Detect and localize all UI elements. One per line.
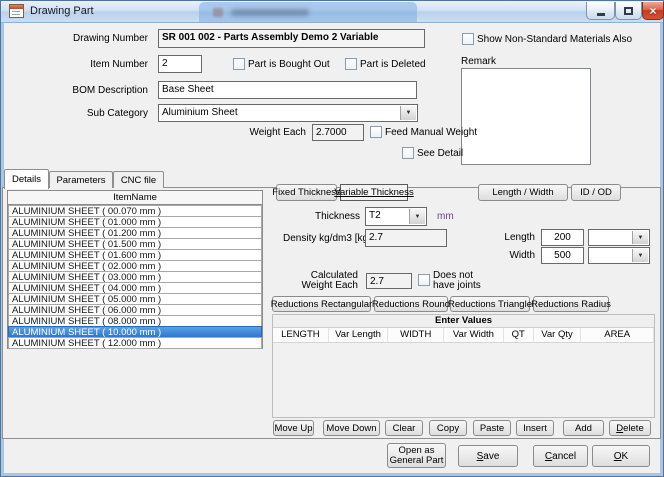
thickness-unit-label: mm xyxy=(437,211,454,222)
no-joints-line2: have joints xyxy=(433,280,481,291)
bom-description-label: BOM Description xyxy=(48,85,148,96)
no-joints-label: Does not have joints xyxy=(433,271,481,291)
grid-column-length: LENGTH xyxy=(273,328,329,342)
part-bought-out-label: Part is Bought Out xyxy=(248,59,330,70)
add-button[interactable]: Add xyxy=(563,420,604,436)
background-window-title-blur xyxy=(231,9,309,16)
calculated-weight-label: Calculated Weight Each xyxy=(295,271,358,291)
see-detail-checkbox[interactable] xyxy=(402,147,414,159)
weight-each-label: Weight Each xyxy=(240,127,306,138)
enter-values-grid: Enter Values LENGTHVar LengthWIDTHVar Wi… xyxy=(272,314,655,418)
grid-column-var-qty: Var Qty xyxy=(534,328,582,342)
chevron-down-icon[interactable]: ▼ xyxy=(409,209,425,224)
close-button[interactable]: × xyxy=(642,2,664,20)
calculated-weight-field[interactable]: 2.7 xyxy=(366,273,412,289)
grid-title: Enter Values xyxy=(273,315,654,328)
chevron-down-icon[interactable]: ▼ xyxy=(632,249,648,262)
bom-description-field[interactable]: Base Sheet xyxy=(158,81,417,99)
grid-column-width: WIDTH xyxy=(388,328,444,342)
tab-cnc-file[interactable]: CNC file xyxy=(113,171,164,188)
save-button[interactable]: Save xyxy=(458,445,518,467)
thickness-dropdown[interactable]: T2 ▼ xyxy=(365,207,427,226)
remark-label: Remark xyxy=(461,56,496,67)
density-label: Density kg/dm3 [kg/l] xyxy=(283,233,376,244)
sub-category-dropdown[interactable]: Aluminium Sheet ▼ xyxy=(158,104,418,122)
part-deleted-label: Part is Deleted xyxy=(360,59,426,70)
app-icon xyxy=(9,4,24,18)
open-as-general-part-button[interactable]: Open as General Part xyxy=(387,443,446,468)
remark-textarea[interactable] xyxy=(461,68,591,165)
title-bar: Drawing Part × xyxy=(1,1,663,23)
feed-manual-weight-label: Feed Manual Weight xyxy=(385,127,477,138)
sub-category-value: Aluminium Sheet xyxy=(162,107,238,118)
drawing-number-label: Drawing Number xyxy=(58,33,148,44)
grid-column-qt: QT xyxy=(504,328,534,342)
background-window-icon xyxy=(213,8,223,17)
minimize-icon xyxy=(597,13,605,16)
copy-button[interactable]: Copy xyxy=(429,420,467,436)
item-list: ItemName ALUMINIUM SHEET ( 00.070 mm )AL… xyxy=(7,190,263,349)
open-general-label: Open as General Part xyxy=(390,446,444,466)
fixed-thickness-button[interactable]: Fixed Thickness xyxy=(276,184,337,201)
length-field[interactable]: 200 xyxy=(541,229,584,246)
width-unit-dropdown[interactable]: ▼ xyxy=(588,247,650,264)
tab-parameters[interactable]: Parameters xyxy=(49,171,113,188)
move-down-button[interactable]: Move Down xyxy=(323,420,380,436)
show-non-standard-label: Show Non-Standard Materials Also xyxy=(477,34,632,45)
tab-details[interactable]: Details xyxy=(4,169,49,189)
insert-button[interactable]: Insert xyxy=(516,420,554,436)
calculated-weight-line2: Weight Each xyxy=(301,280,358,291)
drawing-part-window: Drawing Part × Drawing Number SR 001 002… xyxy=(0,0,664,477)
part-deleted-checkbox[interactable] xyxy=(345,58,357,70)
length-unit-dropdown[interactable]: ▼ xyxy=(588,229,650,246)
thickness-value: T2 xyxy=(369,210,381,221)
width-label: Width xyxy=(495,250,535,261)
reductions-triangle-button[interactable]: Reductions Triangle xyxy=(450,296,530,312)
grid-column-var-width: Var Width xyxy=(444,328,504,342)
close-icon: × xyxy=(649,4,656,18)
weight-each-field[interactable]: 2.7000 xyxy=(312,124,364,141)
no-joints-checkbox[interactable] xyxy=(418,274,430,286)
density-field[interactable]: 2.7 xyxy=(365,229,447,247)
reductions-round-button[interactable]: Reductions Round xyxy=(374,296,448,312)
item-list-header: ItemName xyxy=(8,191,262,205)
item-list-rows: ALUMINIUM SHEET ( 00.070 mm )ALUMINIUM S… xyxy=(8,205,262,349)
ok-button[interactable]: OK xyxy=(592,445,650,467)
feed-manual-weight-checkbox[interactable] xyxy=(370,126,382,138)
length-label: Length xyxy=(495,232,535,243)
background-window-tab xyxy=(199,2,417,22)
reductions-rectangular-button[interactable]: Reductions Rectangular xyxy=(272,296,371,312)
reductions-radius-button[interactable]: Reductions Radius xyxy=(533,296,609,312)
chevron-down-icon[interactable]: ▼ xyxy=(632,231,648,244)
grid-column-headers: LENGTHVar LengthWIDTHVar WidthQTVar QtyA… xyxy=(273,328,654,343)
clear-button[interactable]: Clear xyxy=(385,420,423,436)
window-title: Drawing Part xyxy=(30,5,94,17)
length-width-button[interactable]: Length / Width xyxy=(478,184,568,201)
delete-button[interactable]: Delete xyxy=(609,420,651,436)
variable-thickness-button[interactable]: Variable Thickness xyxy=(340,184,408,201)
item-number-label: Item Number xyxy=(58,59,148,70)
maximize-icon xyxy=(624,7,633,15)
width-field[interactable]: 500 xyxy=(541,247,584,264)
chevron-down-icon[interactable]: ▼ xyxy=(400,106,416,120)
drawing-number-field[interactable]: SR 001 002 - Parts Assembly Demo 2 Varia… xyxy=(158,29,425,48)
grid-column-area: AREA xyxy=(581,328,654,342)
sub-category-label: Sub Category xyxy=(58,108,148,119)
list-item[interactable]: ALUMINIUM SHEET ( 12.000 mm ) xyxy=(8,337,262,349)
cancel-button[interactable]: Cancel xyxy=(533,445,588,467)
thickness-label: Thickness xyxy=(290,211,360,222)
id-od-button[interactable]: ID / OD xyxy=(571,184,621,201)
move-up-button[interactable]: Move Up xyxy=(273,420,314,436)
show-non-standard-checkbox[interactable] xyxy=(462,33,474,45)
paste-button[interactable]: Paste xyxy=(473,420,511,436)
see-detail-label: See Detail xyxy=(417,148,463,159)
minimize-button[interactable] xyxy=(586,2,615,20)
item-number-field[interactable]: 2 xyxy=(158,55,202,73)
grid-column-var-length: Var Length xyxy=(329,328,389,342)
open-general-line2: General Part xyxy=(390,455,444,466)
part-bought-out-checkbox[interactable] xyxy=(233,58,245,70)
maximize-button[interactable] xyxy=(615,2,642,20)
grid-body[interactable] xyxy=(273,343,654,419)
